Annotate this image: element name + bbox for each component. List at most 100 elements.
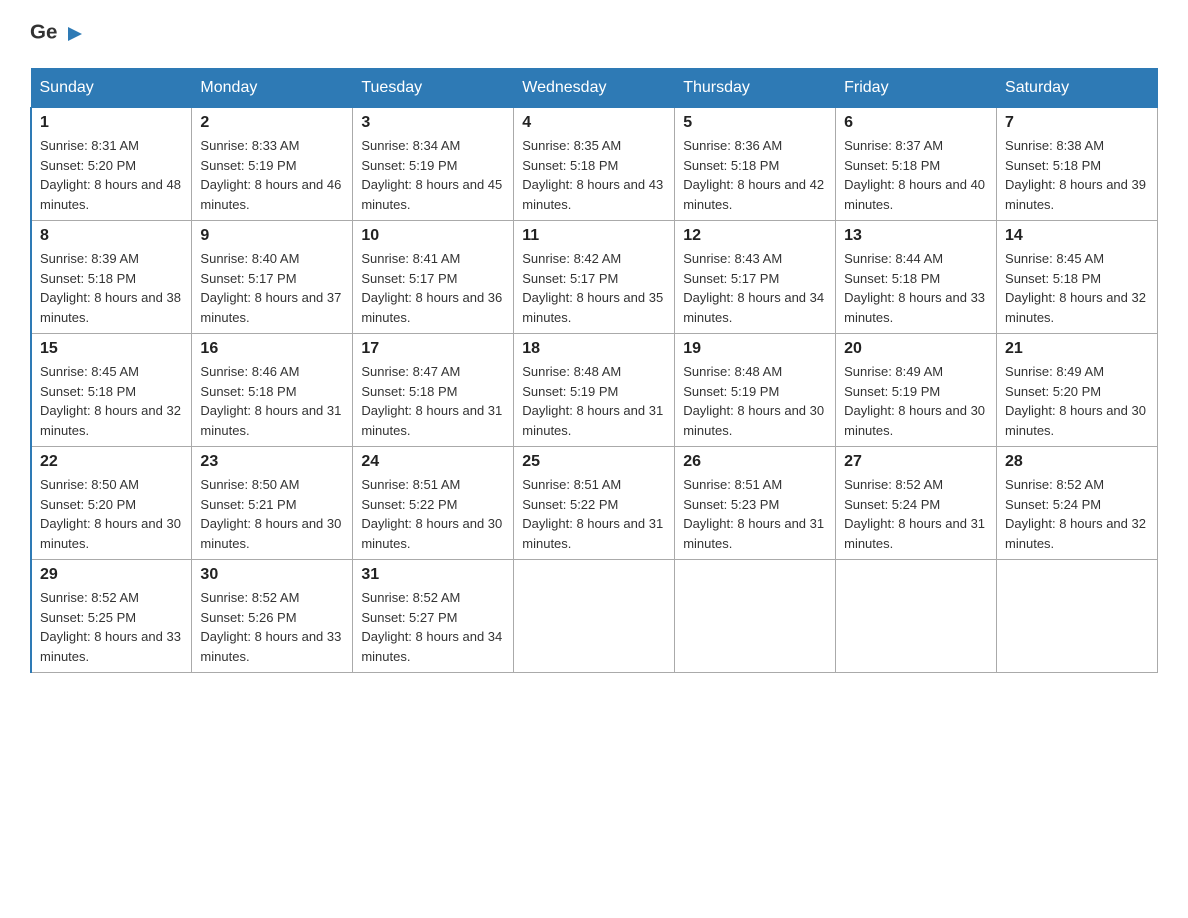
calendar-cell: 21 Sunrise: 8:49 AM Sunset: 5:20 PM Dayl… (997, 334, 1158, 447)
calendar-cell: 17 Sunrise: 8:47 AM Sunset: 5:18 PM Dayl… (353, 334, 514, 447)
calendar-cell: 3 Sunrise: 8:34 AM Sunset: 5:19 PM Dayli… (353, 108, 514, 221)
day-number: 4 (522, 114, 666, 132)
day-info: Sunrise: 8:45 AM Sunset: 5:18 PM Dayligh… (1005, 249, 1149, 327)
day-number: 28 (1005, 453, 1149, 471)
logo-icon: General (30, 18, 58, 46)
day-number: 21 (1005, 340, 1149, 358)
weekday-header-tuesday: Tuesday (353, 69, 514, 108)
day-info: Sunrise: 8:49 AM Sunset: 5:20 PM Dayligh… (1005, 362, 1149, 440)
calendar-cell: 8 Sunrise: 8:39 AM Sunset: 5:18 PM Dayli… (31, 221, 192, 334)
day-number: 8 (40, 227, 183, 245)
day-info: Sunrise: 8:52 AM Sunset: 5:26 PM Dayligh… (200, 588, 344, 666)
day-number: 14 (1005, 227, 1149, 245)
day-number: 31 (361, 566, 505, 584)
calendar-table: SundayMondayTuesdayWednesdayThursdayFrid… (30, 68, 1158, 673)
calendar-cell (836, 560, 997, 673)
calendar-cell: 30 Sunrise: 8:52 AM Sunset: 5:26 PM Dayl… (192, 560, 353, 673)
calendar-cell: 9 Sunrise: 8:40 AM Sunset: 5:17 PM Dayli… (192, 221, 353, 334)
calendar-cell: 5 Sunrise: 8:36 AM Sunset: 5:18 PM Dayli… (675, 108, 836, 221)
calendar-cell: 2 Sunrise: 8:33 AM Sunset: 5:19 PM Dayli… (192, 108, 353, 221)
day-info: Sunrise: 8:37 AM Sunset: 5:18 PM Dayligh… (844, 136, 988, 214)
calendar-cell: 20 Sunrise: 8:49 AM Sunset: 5:19 PM Dayl… (836, 334, 997, 447)
calendar-cell: 14 Sunrise: 8:45 AM Sunset: 5:18 PM Dayl… (997, 221, 1158, 334)
day-info: Sunrise: 8:38 AM Sunset: 5:18 PM Dayligh… (1005, 136, 1149, 214)
calendar-cell: 23 Sunrise: 8:50 AM Sunset: 5:21 PM Dayl… (192, 447, 353, 560)
day-info: Sunrise: 8:33 AM Sunset: 5:19 PM Dayligh… (200, 136, 344, 214)
calendar-cell: 13 Sunrise: 8:44 AM Sunset: 5:18 PM Dayl… (836, 221, 997, 334)
day-number: 30 (200, 566, 344, 584)
weekday-header-wednesday: Wednesday (514, 69, 675, 108)
calendar-week-row: 15 Sunrise: 8:45 AM Sunset: 5:18 PM Dayl… (31, 334, 1158, 447)
calendar-week-row: 1 Sunrise: 8:31 AM Sunset: 5:20 PM Dayli… (31, 108, 1158, 221)
day-info: Sunrise: 8:52 AM Sunset: 5:27 PM Dayligh… (361, 588, 505, 666)
day-number: 22 (40, 453, 183, 471)
weekday-header-thursday: Thursday (675, 69, 836, 108)
calendar-cell: 11 Sunrise: 8:42 AM Sunset: 5:17 PM Dayl… (514, 221, 675, 334)
day-number: 15 (40, 340, 183, 358)
calendar-cell: 26 Sunrise: 8:51 AM Sunset: 5:23 PM Dayl… (675, 447, 836, 560)
weekday-header-friday: Friday (836, 69, 997, 108)
calendar-week-row: 22 Sunrise: 8:50 AM Sunset: 5:20 PM Dayl… (31, 447, 1158, 560)
calendar-cell: 27 Sunrise: 8:52 AM Sunset: 5:24 PM Dayl… (836, 447, 997, 560)
calendar-cell (997, 560, 1158, 673)
calendar-cell: 25 Sunrise: 8:51 AM Sunset: 5:22 PM Dayl… (514, 447, 675, 560)
day-number: 18 (522, 340, 666, 358)
day-info: Sunrise: 8:49 AM Sunset: 5:19 PM Dayligh… (844, 362, 988, 440)
day-number: 2 (200, 114, 344, 132)
calendar-cell: 16 Sunrise: 8:46 AM Sunset: 5:18 PM Dayl… (192, 334, 353, 447)
logo: General (30, 20, 86, 48)
day-number: 19 (683, 340, 827, 358)
day-number: 7 (1005, 114, 1149, 132)
calendar-cell (514, 560, 675, 673)
day-info: Sunrise: 8:51 AM Sunset: 5:22 PM Dayligh… (361, 475, 505, 553)
day-number: 5 (683, 114, 827, 132)
day-info: Sunrise: 8:52 AM Sunset: 5:25 PM Dayligh… (40, 588, 183, 666)
calendar-cell: 12 Sunrise: 8:43 AM Sunset: 5:17 PM Dayl… (675, 221, 836, 334)
weekday-header-saturday: Saturday (997, 69, 1158, 108)
day-info: Sunrise: 8:48 AM Sunset: 5:19 PM Dayligh… (522, 362, 666, 440)
day-number: 20 (844, 340, 988, 358)
calendar-cell: 10 Sunrise: 8:41 AM Sunset: 5:17 PM Dayl… (353, 221, 514, 334)
day-info: Sunrise: 8:51 AM Sunset: 5:23 PM Dayligh… (683, 475, 827, 553)
day-number: 3 (361, 114, 505, 132)
day-info: Sunrise: 8:45 AM Sunset: 5:18 PM Dayligh… (40, 362, 183, 440)
day-number: 25 (522, 453, 666, 471)
calendar-header: SundayMondayTuesdayWednesdayThursdayFrid… (31, 69, 1158, 108)
day-info: Sunrise: 8:31 AM Sunset: 5:20 PM Dayligh… (40, 136, 183, 214)
day-number: 24 (361, 453, 505, 471)
calendar-cell: 15 Sunrise: 8:45 AM Sunset: 5:18 PM Dayl… (31, 334, 192, 447)
day-info: Sunrise: 8:46 AM Sunset: 5:18 PM Dayligh… (200, 362, 344, 440)
calendar-cell: 28 Sunrise: 8:52 AM Sunset: 5:24 PM Dayl… (997, 447, 1158, 560)
day-info: Sunrise: 8:48 AM Sunset: 5:19 PM Dayligh… (683, 362, 827, 440)
calendar-cell: 6 Sunrise: 8:37 AM Sunset: 5:18 PM Dayli… (836, 108, 997, 221)
calendar-cell: 29 Sunrise: 8:52 AM Sunset: 5:25 PM Dayl… (31, 560, 192, 673)
day-number: 29 (40, 566, 183, 584)
weekday-header-sunday: Sunday (31, 69, 192, 108)
day-number: 11 (522, 227, 666, 245)
weekday-header-monday: Monday (192, 69, 353, 108)
day-info: Sunrise: 8:52 AM Sunset: 5:24 PM Dayligh… (1005, 475, 1149, 553)
day-info: Sunrise: 8:47 AM Sunset: 5:18 PM Dayligh… (361, 362, 505, 440)
day-info: Sunrise: 8:39 AM Sunset: 5:18 PM Dayligh… (40, 249, 183, 327)
day-info: Sunrise: 8:41 AM Sunset: 5:17 PM Dayligh… (361, 249, 505, 327)
day-info: Sunrise: 8:43 AM Sunset: 5:17 PM Dayligh… (683, 249, 827, 327)
day-info: Sunrise: 8:50 AM Sunset: 5:20 PM Dayligh… (40, 475, 183, 553)
logo-triangle-icon (64, 23, 86, 45)
day-number: 9 (200, 227, 344, 245)
day-number: 23 (200, 453, 344, 471)
calendar-cell: 24 Sunrise: 8:51 AM Sunset: 5:22 PM Dayl… (353, 447, 514, 560)
day-info: Sunrise: 8:36 AM Sunset: 5:18 PM Dayligh… (683, 136, 827, 214)
day-info: Sunrise: 8:44 AM Sunset: 5:18 PM Dayligh… (844, 249, 988, 327)
calendar-week-row: 29 Sunrise: 8:52 AM Sunset: 5:25 PM Dayl… (31, 560, 1158, 673)
calendar-cell: 19 Sunrise: 8:48 AM Sunset: 5:19 PM Dayl… (675, 334, 836, 447)
day-number: 27 (844, 453, 988, 471)
day-number: 1 (40, 114, 183, 132)
day-info: Sunrise: 8:51 AM Sunset: 5:22 PM Dayligh… (522, 475, 666, 553)
day-number: 13 (844, 227, 988, 245)
day-info: Sunrise: 8:35 AM Sunset: 5:18 PM Dayligh… (522, 136, 666, 214)
day-info: Sunrise: 8:52 AM Sunset: 5:24 PM Dayligh… (844, 475, 988, 553)
day-number: 16 (200, 340, 344, 358)
day-info: Sunrise: 8:40 AM Sunset: 5:17 PM Dayligh… (200, 249, 344, 327)
day-info: Sunrise: 8:50 AM Sunset: 5:21 PM Dayligh… (200, 475, 344, 553)
calendar-cell: 7 Sunrise: 8:38 AM Sunset: 5:18 PM Dayli… (997, 108, 1158, 221)
